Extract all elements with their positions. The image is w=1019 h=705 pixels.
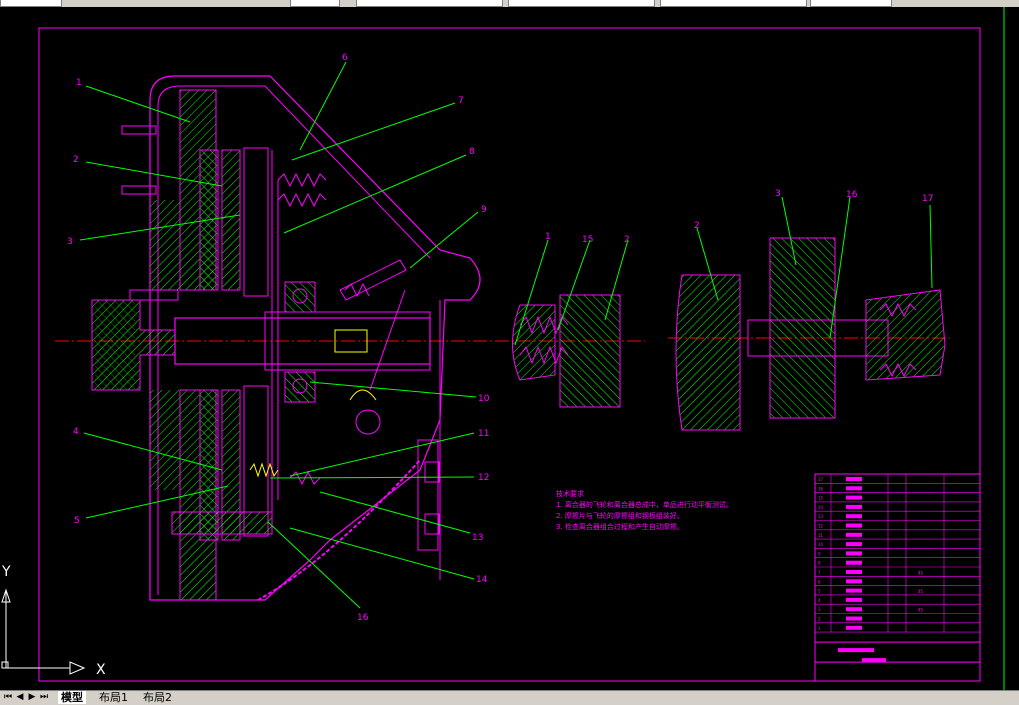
title-block-part-name bbox=[846, 588, 862, 593]
layer-dropdown[interactable] bbox=[356, 0, 503, 7]
title-block-row-number: 3 bbox=[818, 607, 821, 612]
tab-model[interactable]: 模型 bbox=[58, 691, 86, 704]
title-block-row-number: 8 bbox=[818, 561, 821, 566]
linetype-dropdown[interactable] bbox=[660, 0, 807, 7]
title-block-row-number: 13 bbox=[818, 514, 824, 519]
title-block-row-number: 15 bbox=[818, 496, 824, 501]
title-block-drawing-title bbox=[838, 648, 874, 653]
main-assembly-view bbox=[91, 75, 481, 601]
title-block-part-name bbox=[846, 523, 862, 528]
title-block-row-number: 14 bbox=[818, 505, 824, 510]
title-block-row-number: 16 bbox=[818, 486, 824, 491]
detail-a-label-1: 1 bbox=[545, 232, 551, 242]
detail-a-label-2: 2 bbox=[624, 235, 630, 245]
label-2: 2 bbox=[73, 155, 79, 165]
title-block-part-name bbox=[846, 597, 862, 602]
title-block: 17 16 15 14 13 12 11 10 9 8 7 6 5 4 3 2 1 45 45 45 bbox=[814, 473, 981, 682]
title-block-part-name bbox=[846, 579, 862, 584]
title-block-part-name bbox=[846, 570, 862, 574]
prev-tab-button[interactable]: ◀ bbox=[14, 692, 26, 703]
detail-b-label-17: 17 bbox=[922, 194, 933, 204]
toolbar-icons-2[interactable] bbox=[290, 0, 340, 7]
detail-b-label-16: 16 bbox=[846, 190, 858, 200]
title-block-part-name bbox=[846, 532, 862, 537]
title-block-row-number: 17 bbox=[818, 477, 824, 482]
ucs-x-label: X bbox=[96, 662, 106, 678]
label-12: 12 bbox=[478, 473, 489, 483]
title-block-row-number: 7 bbox=[818, 570, 821, 575]
top-toolbar-strip bbox=[0, 0, 1019, 7]
detail-view-a: 1 15 2 bbox=[512, 232, 630, 408]
next-tab-button[interactable]: ▶ bbox=[26, 692, 38, 703]
drawing-canvas[interactable]: 1 2 3 4 5 6 7 8 9 10 11 12 13 14 16 1 15… bbox=[0, 7, 1019, 690]
label-7: 7 bbox=[458, 96, 464, 106]
title-block-cell-value: 45 bbox=[918, 608, 924, 613]
title-block-part-name bbox=[846, 542, 862, 547]
layout-tab-bar: ⏮ ◀ ▶ ⏭ 模型 布局1 布局2 bbox=[0, 690, 1019, 705]
title-block-part-name bbox=[846, 616, 862, 621]
tab-layout1[interactable]: 布局1 bbox=[96, 691, 131, 704]
title-block-row-number: 2 bbox=[818, 617, 821, 622]
title-block-part-name bbox=[846, 560, 862, 565]
lineweight-dropdown[interactable] bbox=[810, 0, 892, 7]
title-block-drawing-no bbox=[862, 658, 886, 663]
first-tab-button[interactable]: ⏮ bbox=[2, 692, 14, 703]
color-dropdown[interactable] bbox=[508, 0, 655, 7]
title-block-part-name bbox=[846, 551, 862, 556]
title-block-row-number: 11 bbox=[818, 533, 824, 538]
label-16: 16 bbox=[357, 613, 369, 623]
title-block-part-name bbox=[846, 607, 862, 612]
detail-b-label-2: 2 bbox=[694, 221, 700, 231]
detail-a-label-15: 15 bbox=[582, 235, 593, 245]
ucs-icon bbox=[1, 588, 86, 675]
label-3: 3 bbox=[67, 237, 73, 247]
technical-notes: 技术要求 1. 离合器的飞轮和离合器总成中，单品进行动平衡测试。 2. 摩擦片与… bbox=[556, 489, 733, 531]
title-block-part-name bbox=[846, 514, 862, 519]
label-8: 8 bbox=[469, 147, 475, 157]
last-tab-button[interactable]: ⏭ bbox=[38, 692, 50, 703]
ucs-y-label: Y bbox=[1, 564, 11, 580]
title-block-row-number: 9 bbox=[818, 551, 821, 556]
notes-line-2: 2. 摩擦片与飞轮的摩擦组和钢板组装好。 bbox=[556, 511, 684, 520]
label-1: 1 bbox=[76, 78, 82, 88]
notes-title: 技术要求 bbox=[556, 489, 584, 498]
title-block-row-number: 12 bbox=[818, 524, 824, 529]
title-block-row-number: 1 bbox=[818, 626, 821, 631]
label-9: 9 bbox=[481, 205, 487, 215]
label-6: 6 bbox=[342, 53, 348, 63]
title-block-cell-value: 45 bbox=[918, 570, 924, 575]
title-block-part-name bbox=[846, 504, 862, 509]
title-block-row-number: 10 bbox=[818, 542, 824, 547]
label-10: 10 bbox=[478, 394, 490, 404]
title-block-part-name bbox=[846, 477, 862, 481]
title-block-part-name bbox=[846, 486, 862, 491]
title-block-row-number: 6 bbox=[818, 579, 821, 584]
title-block-cell-value: 45 bbox=[918, 589, 924, 594]
label-14: 14 bbox=[476, 575, 488, 585]
toolbar-icons[interactable] bbox=[0, 0, 62, 7]
label-4: 4 bbox=[73, 427, 79, 437]
notes-line-1: 1. 离合器的飞轮和离合器总成中，单品进行动平衡测试。 bbox=[556, 500, 733, 509]
title-block-row-number: 5 bbox=[818, 589, 821, 594]
tab-layout2[interactable]: 布局2 bbox=[140, 691, 175, 704]
label-13: 13 bbox=[472, 533, 483, 543]
notes-line-3: 3. 检查离合器组合过程和产生自动摩擦。 bbox=[556, 522, 684, 531]
title-block-row-number: 4 bbox=[818, 598, 821, 603]
title-block-part-name bbox=[846, 625, 862, 630]
label-11: 11 bbox=[478, 429, 489, 439]
label-5: 5 bbox=[74, 516, 80, 526]
title-block-part-name bbox=[846, 495, 862, 500]
detail-b-label-3: 3 bbox=[775, 189, 781, 199]
detail-view-b: 2 3 16 17 bbox=[675, 189, 946, 431]
